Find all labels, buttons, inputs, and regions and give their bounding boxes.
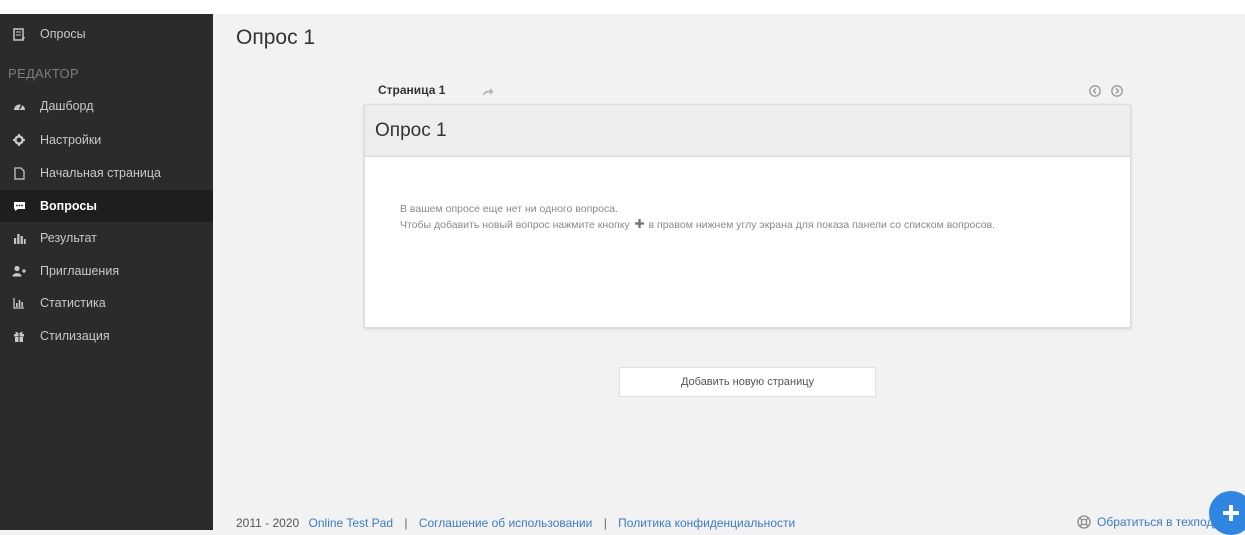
comment-icon <box>12 199 26 213</box>
sidebar-section-title: РЕДАКТОР <box>8 66 79 81</box>
survey-page-card: Опрос 1 В вашем опросе еще нет ни одного… <box>364 104 1131 328</box>
page-tab[interactable]: Страница 1 <box>378 83 445 97</box>
terms-link[interactable]: Соглашение об использовании <box>419 516 593 530</box>
footer: 2011 - 2020 Online Test Pad | Соглашение… <box>236 516 795 530</box>
sidebar-item-label: Результат <box>40 231 97 245</box>
prev-page-icon[interactable] <box>1089 84 1101 102</box>
top-strip <box>0 0 1245 14</box>
sidebar-item-styling[interactable]: Стилизация <box>0 320 213 352</box>
sidebar-item-surveys[interactable]: Опросы <box>0 18 213 50</box>
next-page-icon[interactable] <box>1111 84 1123 102</box>
card-title[interactable]: Опрос 1 <box>375 120 447 142</box>
support-link[interactable]: Обратиться в техподд <box>1077 515 1220 529</box>
support-label: Обратиться в техподд <box>1097 515 1221 529</box>
empty-message: В вашем опросе еще нет ни одного вопроса… <box>400 201 995 233</box>
gift-icon <box>12 329 26 343</box>
footer-separator: | <box>404 516 408 530</box>
dashboard-icon <box>12 99 26 113</box>
share-icon[interactable] <box>482 84 494 102</box>
sidebar-item-settings[interactable]: Настройки <box>0 124 213 156</box>
plus-icon <box>634 217 644 233</box>
footer-separator: | <box>603 516 607 530</box>
lifebuoy-icon <box>1077 515 1091 529</box>
plus-icon <box>1223 505 1239 521</box>
empty-message-line2: Чтобы добавить новый вопрос нажмите кноп… <box>400 217 995 233</box>
page-title: Опрос 1 <box>236 26 316 49</box>
empty-message-line1: В вашем опросе еще нет ни одного вопроса… <box>400 203 618 215</box>
sidebar-item-questions[interactable]: Вопросы <box>0 190 213 222</box>
sidebar-item-label: Дашборд <box>40 99 94 113</box>
sidebar-item-label: Опросы <box>40 27 86 41</box>
card-header: Опрос 1 <box>365 105 1130 157</box>
sidebar: Опросы РЕДАКТОР Дашборд Настройки Началь… <box>0 14 213 530</box>
add-user-icon <box>12 264 26 278</box>
add-question-fab[interactable] <box>1209 491 1245 535</box>
sidebar-item-statistics[interactable]: Статистика <box>0 287 213 319</box>
sidebar-item-label: Приглашения <box>40 264 120 278</box>
gear-icon <box>12 133 26 147</box>
privacy-link[interactable]: Политика конфиденциальности <box>618 516 795 530</box>
sidebar-item-label: Вопросы <box>40 199 97 213</box>
sidebar-item-start-page[interactable]: Начальная страница <box>0 157 213 189</box>
bar-chart-icon <box>12 231 26 245</box>
sidebar-item-label: Начальная страница <box>40 166 161 180</box>
sidebar-item-results[interactable]: Результат <box>0 222 213 254</box>
add-page-button[interactable]: Добавить новую страницу <box>619 367 876 397</box>
footer-brand-link[interactable]: Online Test Pad <box>309 516 394 530</box>
stats-icon <box>12 296 26 310</box>
list-icon <box>12 27 26 41</box>
sidebar-item-label: Настройки <box>40 133 102 147</box>
sidebar-item-label: Стилизация <box>40 329 110 343</box>
sidebar-item-label: Статистика <box>40 296 106 310</box>
footer-years: 2011 - 2020 <box>236 516 300 530</box>
file-icon <box>12 166 26 180</box>
sidebar-item-dashboard[interactable]: Дашборд <box>0 90 213 122</box>
sidebar-item-invitations[interactable]: Приглашения <box>0 255 213 287</box>
